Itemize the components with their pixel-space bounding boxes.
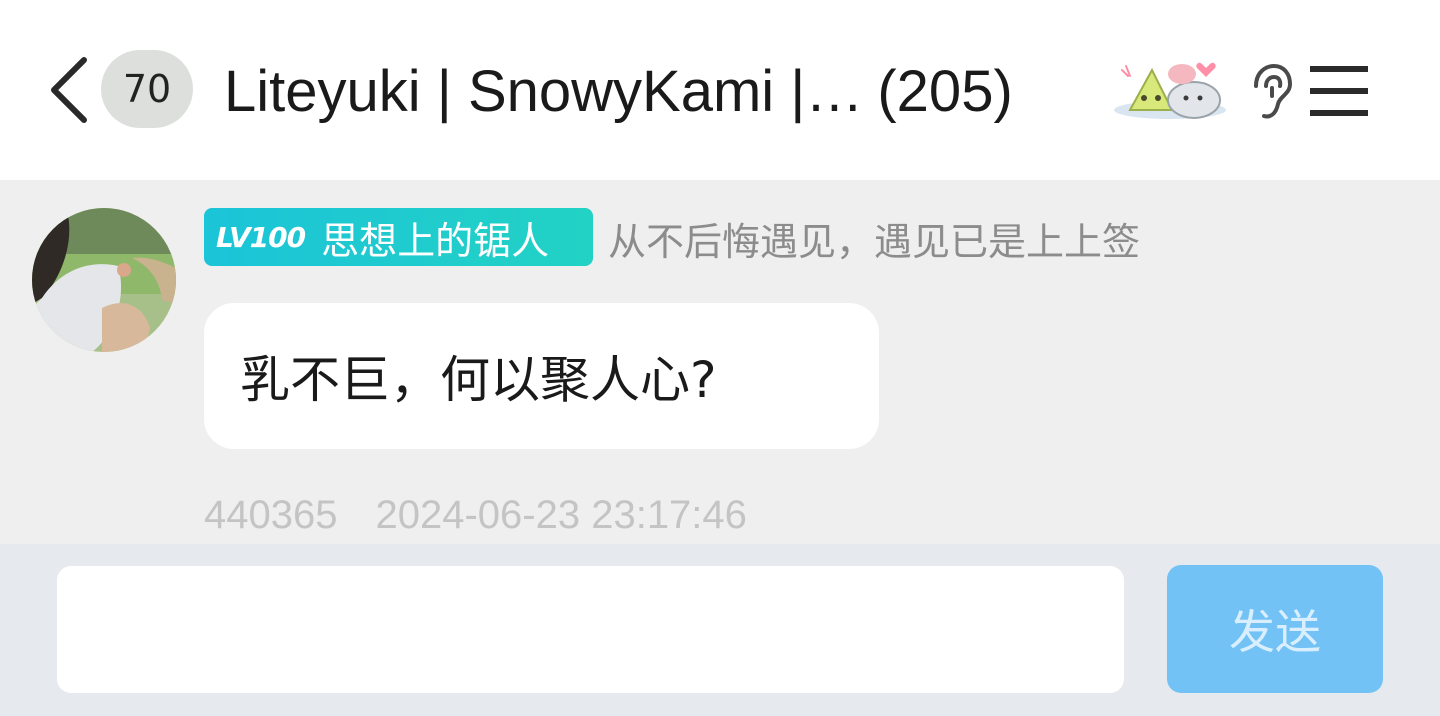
message-bubble[interactable]: 乳不巨，何以聚人心? [204,303,879,449]
message-timestamp: 2024-06-23 23:17:46 [375,492,747,537]
message-text: 乳不巨，何以聚人心? [240,351,717,409]
sender-id: 440365 [204,492,338,537]
menu-button[interactable] [1308,62,1372,120]
message-meta: 440365 2024-06-23 23:17:46 [204,490,747,540]
back-button[interactable] [40,50,96,130]
member-count: (205) [877,58,1013,124]
rice-dumpling-sticker-icon[interactable] [1108,54,1232,126]
group-title[interactable]: Liteyuki | SnowyKami |… (205) [224,56,1104,126]
group-name: Liteyuki | SnowyKami |… [224,58,864,124]
unread-count-badge[interactable]: 70 [101,50,193,128]
ear-mode-button[interactable] [1246,62,1294,122]
sender-level-tag[interactable]: LV100 思想上的锯人 [204,208,593,266]
send-button[interactable]: 发送 [1167,565,1383,693]
chat-header: 70 Liteyuki | SnowyKami |… (205) [0,0,1440,180]
hamburger-menu-icon [1310,66,1368,116]
sender-signature: 从不后悔遇见，遇见已是上上签 [608,219,1141,264]
sender-avatar[interactable] [32,208,176,352]
message-input[interactable] [57,566,1124,693]
sender-title: 思想上的锯人 [321,218,550,263]
level-label: LV100 [216,220,306,254]
ear-icon [1254,63,1293,119]
chevron-left-icon [51,57,87,123]
